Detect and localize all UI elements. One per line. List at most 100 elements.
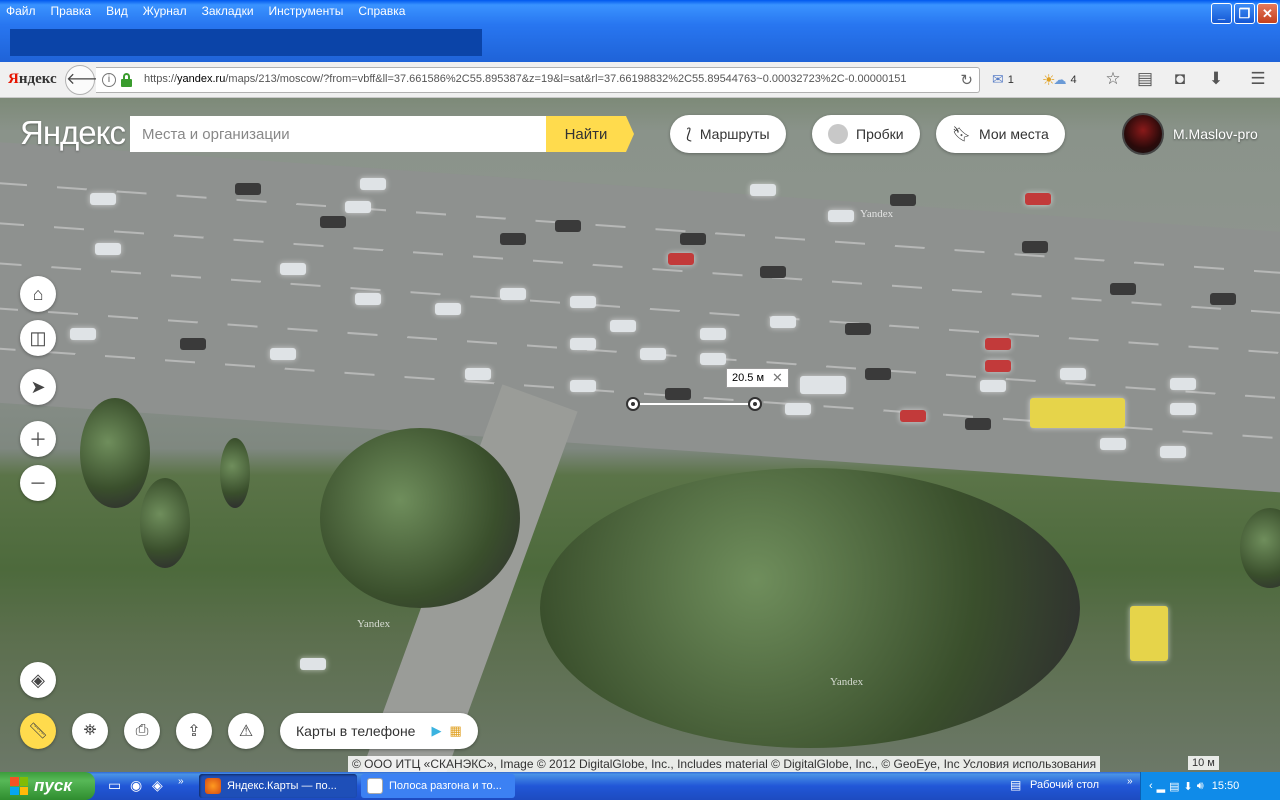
zoom-in-button[interactable]: ＋ <box>20 421 56 457</box>
tray-expand-icon[interactable]: ‹ <box>1149 780 1153 792</box>
maximize-button[interactable]: ❐ <box>1234 3 1255 24</box>
tree <box>140 478 190 568</box>
car <box>280 263 306 275</box>
quicklaunch-expand-icon[interactable]: » <box>178 776 184 787</box>
panorama-button[interactable]: ⛯ <box>72 713 108 749</box>
username[interactable]: M.Maslov-pro <box>1173 126 1258 142</box>
start-button[interactable]: пуск <box>0 772 95 800</box>
pocket-icon[interactable]: ◘ <box>1170 69 1190 89</box>
share-button[interactable]: ⇪ <box>176 713 212 749</box>
show-desktop-icon[interactable]: ▭ <box>108 777 121 794</box>
car <box>785 403 811 415</box>
firefox-quicklaunch-icon[interactable]: ◉ <box>130 777 142 794</box>
desktop-toolbar-expand-icon[interactable]: » <box>1127 776 1133 787</box>
app-quicklaunch-icon[interactable]: ◈ <box>152 777 163 794</box>
satellite-map[interactable]: Yandex Yandex Yandex Яндекс Найти ⟅ Марш… <box>0 98 1280 772</box>
taskbar-item-document[interactable]: Полоса разгона и то... <box>361 774 515 798</box>
car <box>750 184 776 196</box>
traffic-button[interactable]: Пробки <box>812 115 920 153</box>
car <box>1022 241 1048 253</box>
hamburger-menu-icon[interactable]: ☰ <box>1248 69 1268 89</box>
routes-button[interactable]: ⟅ Маршруты <box>670 115 786 153</box>
car <box>355 293 381 305</box>
car <box>70 328 96 340</box>
url-text[interactable]: https://yandex.ru/maps/213/moscow/?from=… <box>144 73 906 85</box>
volume-icon[interactable]: 🔊︎ <box>1197 780 1204 793</box>
car <box>700 353 726 365</box>
tree-cluster <box>540 468 1080 748</box>
safely-remove-icon[interactable]: ▤ <box>1169 780 1179 793</box>
car <box>570 296 596 308</box>
car <box>640 348 666 360</box>
car <box>845 323 871 335</box>
layers-icon: ◈ <box>31 669 45 690</box>
weather-widget[interactable]: ☀ ☁ 4 <box>1042 71 1077 89</box>
layers-button[interactable]: ◈ <box>20 662 56 698</box>
bookmark-star-icon[interactable]: ☆ <box>1103 69 1123 89</box>
car <box>1170 403 1196 415</box>
avatar[interactable] <box>1122 113 1164 155</box>
reload-icon[interactable]: ↻ <box>960 71 973 89</box>
desktop-toolbar-icon[interactable]: ▤ <box>1010 778 1021 792</box>
google-play-icon: ▶ <box>431 723 442 738</box>
measure-end-point[interactable] <box>748 397 762 411</box>
briefcase-button[interactable]: ◫ <box>20 320 56 356</box>
locate-button[interactable]: ➤ <box>20 369 56 405</box>
menu-file[interactable]: Файл <box>6 4 36 18</box>
car <box>465 368 491 380</box>
ruler-button[interactable]: 📏︎ <box>20 713 56 749</box>
network-icon[interactable]: ▂ <box>1157 780 1165 793</box>
menu-tools[interactable]: Инструменты <box>269 4 344 18</box>
reading-list-icon[interactable]: ▤ <box>1135 69 1155 89</box>
search-input[interactable] <box>130 116 546 152</box>
share-icon: ⇪ <box>187 723 201 740</box>
car <box>668 253 694 265</box>
taskbar-item-browser[interactable]: Яндекс.Карты — по... <box>199 774 357 798</box>
close-icon[interactable]: ✕ <box>772 370 783 386</box>
traffic-icon <box>828 124 848 144</box>
yandex-logo-text: ндекс <box>18 71 57 87</box>
mail-icon: ✉ <box>992 71 1004 87</box>
menu-edit[interactable]: Правка <box>51 4 92 18</box>
maps-in-phone-button[interactable]: Карты в телефоне ▶ ▦ <box>280 713 478 749</box>
print-button[interactable]: ⎙ <box>124 713 160 749</box>
menu-bookmarks[interactable]: Закладки <box>202 4 254 18</box>
map-watermark: Yandex <box>860 208 894 220</box>
lock-icon[interactable] <box>121 73 132 87</box>
clock: 15:50 <box>1211 780 1240 792</box>
back-button[interactable]: 🡐 <box>65 65 109 95</box>
ruler-icon: 📏︎ <box>27 723 49 740</box>
cloud-icon: ☁ <box>1053 72 1067 87</box>
terms-link[interactable]: Условия использования <box>963 757 1096 771</box>
menu-help[interactable]: Справка <box>358 4 405 18</box>
plus-icon: ＋ <box>29 430 47 450</box>
download-icon[interactable]: ⬇ <box>1206 69 1226 89</box>
menu-history[interactable]: Журнал <box>143 4 187 18</box>
bookmark-icon: 🔖︎ <box>952 126 972 143</box>
search-button[interactable]: Найти <box>546 116 634 152</box>
menu-view[interactable]: Вид <box>106 4 128 18</box>
car <box>985 338 1011 350</box>
my-places-button[interactable]: 🔖︎ Мои места <box>936 115 1065 153</box>
yandex-maps-logo[interactable]: Яндекс <box>20 114 126 152</box>
measure-start-point[interactable] <box>626 397 640 411</box>
desktop-toolbar-label[interactable]: Рабочий стол <box>1030 779 1099 791</box>
address-bar[interactable]: i https://yandex.ru/maps/213/moscow/?fro… <box>96 67 980 93</box>
url-path: /maps/213/moscow/?from=vbff&ll=37.661586… <box>225 73 907 85</box>
updates-icon[interactable]: ⬇ <box>1184 780 1193 793</box>
home-button[interactable]: ⌂ <box>20 276 56 312</box>
binoculars-icon: ⛯ <box>83 722 97 739</box>
menu-bar: Файл Правка Вид Журнал Закладки Инструме… <box>0 0 420 22</box>
report-error-button[interactable]: ⚠ <box>228 713 264 749</box>
car <box>770 316 796 328</box>
car <box>1210 293 1236 305</box>
close-button[interactable]: ✕ <box>1257 3 1278 24</box>
printer-icon: ⎙ <box>135 722 149 739</box>
zoom-out-button[interactable]: － <box>20 465 56 501</box>
info-icon[interactable]: i <box>102 73 116 87</box>
minimize-button[interactable]: _ <box>1211 3 1232 24</box>
mail-widget[interactable]: ✉ 1 <box>992 71 1014 88</box>
yandex-logo[interactable]: Яндекс <box>8 71 57 88</box>
map-watermark: Yandex <box>830 676 864 688</box>
car <box>760 266 786 278</box>
